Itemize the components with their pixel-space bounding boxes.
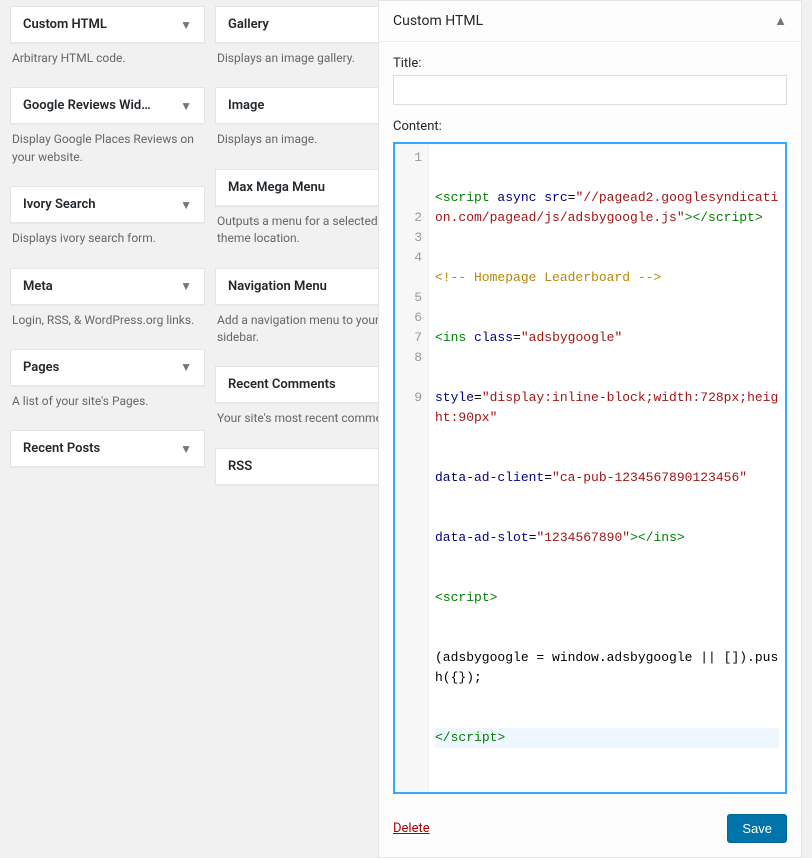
save-button[interactable]: Save: [727, 814, 787, 843]
title-input[interactable]: [393, 75, 787, 105]
widget-title: Google Reviews Wid…: [23, 98, 151, 113]
widget-title: Ivory Search: [23, 197, 96, 212]
chevron-down-icon[interactable]: ▼: [174, 18, 192, 32]
widget-title: Pages: [23, 360, 59, 375]
panel-title: Custom HTML: [393, 13, 483, 29]
available-widget[interactable]: Ivory Search ▼: [10, 186, 205, 223]
chevron-down-icon[interactable]: ▼: [174, 99, 192, 113]
widget-title: Recent Comments: [228, 377, 336, 392]
collapse-icon[interactable]: ▲: [774, 13, 787, 29]
chevron-down-icon[interactable]: ▼: [174, 442, 192, 456]
available-widget[interactable]: Custom HTML ▼: [10, 6, 205, 43]
line-gutter: 123456789: [395, 144, 429, 792]
code-area[interactable]: <script async src="//pagead2.googlesyndi…: [429, 144, 785, 792]
widget-description: Login, RSS, & WordPress.org links.: [10, 305, 205, 343]
widget-description: A list of your site's Pages.: [10, 386, 205, 424]
widget-description: Displays ivory search form.: [10, 223, 205, 261]
available-widget[interactable]: Recent Posts ▼: [10, 430, 205, 467]
widget-title: Gallery: [228, 17, 269, 32]
widget-title: Navigation Menu: [228, 279, 327, 294]
available-widget[interactable]: Meta ▼: [10, 268, 205, 305]
content-label: Content:: [393, 119, 787, 134]
widget-title: RSS: [228, 459, 252, 474]
widget-title: Meta: [23, 279, 53, 294]
widget-description: Arbitrary HTML code.: [10, 43, 205, 81]
widget-description: Display Google Places Reviews on your we…: [10, 124, 205, 180]
widget-title: Custom HTML: [23, 17, 107, 32]
widget-title: Image: [228, 98, 264, 113]
chevron-down-icon[interactable]: ▼: [174, 279, 192, 293]
title-label: Title:: [393, 56, 787, 71]
panel-header[interactable]: Custom HTML ▲: [379, 1, 801, 42]
widget-title: Max Mega Menu: [228, 180, 325, 195]
available-widgets-col-1: Custom HTML ▼ Arbitrary HTML code. Google R…: [10, 0, 205, 485]
available-widget[interactable]: Google Reviews Wid… ▼: [10, 87, 205, 124]
chevron-down-icon[interactable]: ▼: [174, 198, 192, 212]
chevron-down-icon[interactable]: ▼: [174, 360, 192, 374]
delete-link[interactable]: Delete: [393, 821, 430, 836]
widget-editor-panel: Custom HTML ▲ Title: Content: 123456789 …: [378, 0, 802, 858]
widget-title: Recent Posts: [23, 441, 100, 456]
available-widget[interactable]: Pages ▼: [10, 349, 205, 386]
content-code-editor[interactable]: 123456789 <script async src="//pagead2.g…: [393, 142, 787, 794]
